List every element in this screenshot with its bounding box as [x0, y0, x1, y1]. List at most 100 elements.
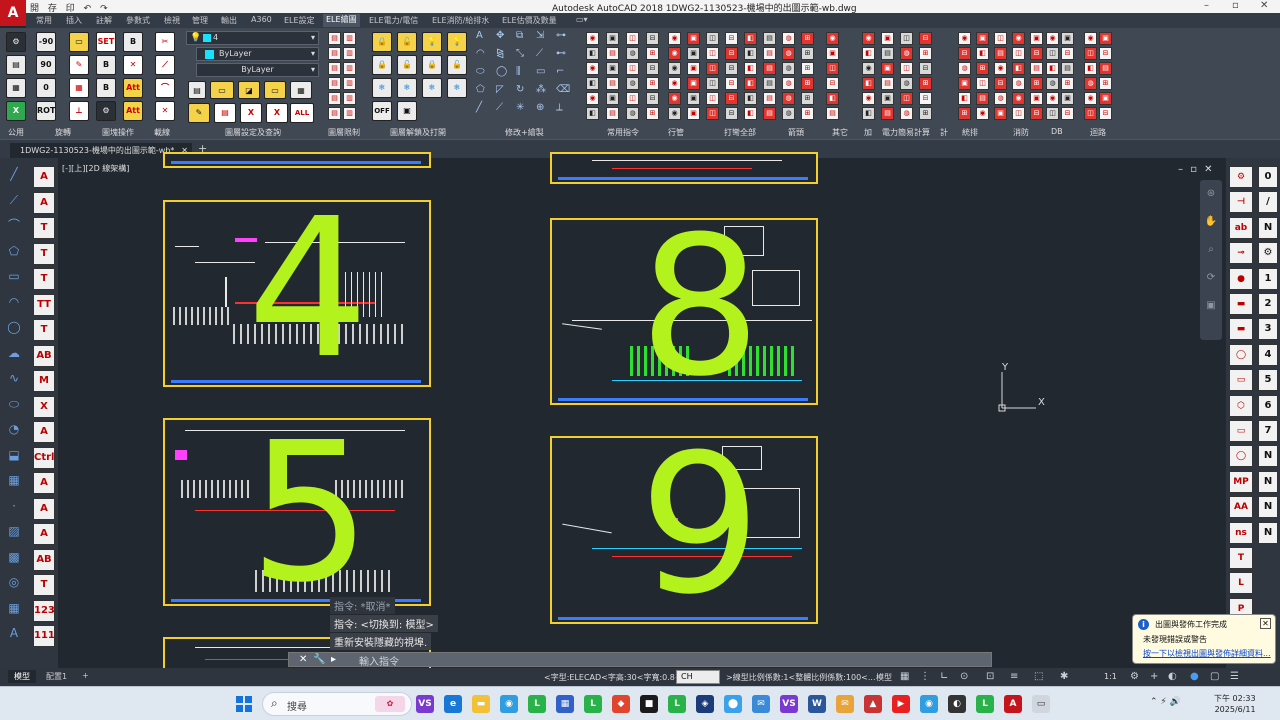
pipe-tool-icon[interactable]: ◧ — [744, 92, 757, 105]
layer-icon[interactable]: ▦ — [6, 78, 26, 98]
pipe-tool-icon[interactable]: ◍ — [782, 32, 795, 45]
common-command-icon[interactable]: ◫ — [626, 92, 639, 105]
att-icon[interactable]: Att — [123, 78, 143, 98]
command-input[interactable]: 輸入指令 — [359, 653, 399, 668]
pipe-tool-icon[interactable]: ◫ — [706, 62, 719, 75]
chrome-icon-2[interactable]: ◉ — [920, 695, 938, 713]
layer-x2-icon[interactable]: X — [266, 103, 288, 123]
text-tool-icon[interactable]: A — [33, 191, 55, 214]
circuit-tool-icon[interactable]: ◫ — [1084, 107, 1097, 120]
common-command-icon[interactable]: ⊞ — [646, 77, 659, 90]
power-calc-icon[interactable]: ◧ — [862, 107, 875, 120]
power-calc-icon[interactable]: ⊞ — [919, 47, 932, 60]
pipe-tool-icon[interactable]: ◧ — [744, 107, 757, 120]
arrange-tool-icon[interactable]: ◍ — [958, 62, 971, 75]
pipe-tool-icon[interactable]: ◧ — [744, 47, 757, 60]
power-calc-icon[interactable]: ▣ — [881, 92, 894, 105]
fire-tool-icon[interactable]: ▣ — [1030, 92, 1043, 105]
db-tool-icon[interactable]: ◍ — [1046, 77, 1059, 90]
dim-icon[interactable]: ⊶ — [556, 30, 566, 41]
circuit-tool-icon[interactable]: ▣ — [1099, 92, 1112, 105]
pipe-tool-icon[interactable]: ◉ — [668, 47, 681, 60]
grid-icon[interactable]: ▦ — [900, 671, 909, 682]
multiline-text-icon[interactable]: A — [4, 623, 24, 643]
close-icon[interactable]: ✕ — [1260, 0, 1268, 11]
common-command-icon[interactable]: ▤ — [606, 107, 619, 120]
plus-icon[interactable]: + — [1150, 671, 1158, 682]
line-icon[interactable]: L — [528, 695, 546, 713]
pipe-tool-icon[interactable]: ▤ — [763, 32, 776, 45]
erase-icon[interactable]: ⌫ — [556, 84, 570, 95]
tab-view[interactable]: 檢視 — [164, 15, 180, 26]
command-line[interactable]: ✕ 🔧 ▸ 輸入指令 — [288, 652, 992, 668]
ortho-icon[interactable]: ∟ — [940, 671, 948, 682]
tab-home[interactable]: 常用 — [36, 15, 52, 26]
pipe-tool-icon[interactable]: ▣ — [687, 47, 700, 60]
insert-icon[interactable]: ⬓ — [4, 445, 24, 465]
tab-layout1[interactable]: 配置1 — [40, 670, 73, 683]
power-calc-icon[interactable]: ▣ — [881, 32, 894, 45]
layer-limit-11[interactable]: ▤ — [328, 107, 341, 120]
scale-icon[interactable]: ⤡ — [516, 48, 524, 59]
block-set-icon[interactable]: SET — [96, 32, 116, 52]
arrange-tool-icon[interactable]: ⊞ — [958, 107, 971, 120]
db-tool-icon[interactable]: ▣ — [1061, 32, 1074, 45]
other-tool-icon[interactable]: ⊟ — [826, 77, 839, 90]
fire-tool-icon[interactable]: ◉ — [1012, 92, 1025, 105]
pipe-tool-icon[interactable]: ◫ — [706, 92, 719, 105]
rotate-tool-icon[interactable]: ↻ — [516, 84, 524, 95]
block-insert-icon[interactable]: ⊥ — [69, 101, 89, 121]
pipe-tool-icon[interactable]: ◉ — [668, 32, 681, 45]
notification-link[interactable]: 按一下以檢視出圖與發佈詳細資料... — [1143, 648, 1271, 659]
symbol-tool-icon[interactable]: ⊣ — [1229, 191, 1253, 214]
pipe-tool-icon[interactable]: ◫ — [706, 107, 719, 120]
fire-tool-icon[interactable]: ⊟ — [1030, 47, 1043, 60]
fire-tool-icon[interactable]: ▣ — [1030, 32, 1043, 45]
common-command-icon[interactable]: ⊟ — [646, 62, 659, 75]
symbol-tool-icon[interactable]: ◯ — [1229, 445, 1253, 468]
line-tool-icon[interactable]: ╱ — [476, 102, 482, 113]
number-tool-icon[interactable]: 4 — [1258, 343, 1278, 366]
panel-label-modify-draw[interactable]: 修改+繪製 — [505, 127, 544, 138]
text-tool-icon[interactable]: M — [33, 370, 55, 392]
common-command-icon[interactable]: ▣ — [606, 92, 619, 105]
power-calc-icon[interactable]: ◧ — [862, 47, 875, 60]
pipe-tool-icon[interactable]: ◍ — [782, 62, 795, 75]
layer-x-icon[interactable]: X — [240, 103, 262, 123]
app-icon-5[interactable]: ✉ — [752, 695, 770, 713]
layer-limit-10[interactable]: ▥ — [343, 92, 356, 105]
circuit-tool-icon[interactable]: ◫ — [1084, 47, 1097, 60]
number-tool-icon[interactable]: 6 — [1258, 394, 1278, 417]
model-space-label[interactable]: 模型 — [876, 672, 892, 683]
viewport-label[interactable]: [-][上][2D 線架構] — [62, 163, 129, 174]
common-command-icon[interactable]: ◫ — [626, 32, 639, 45]
pipe-tool-icon[interactable]: ◫ — [706, 47, 719, 60]
tab-model[interactable]: 模型 — [8, 670, 36, 683]
block-b3-icon[interactable]: B — [96, 78, 116, 98]
orbit-icon[interactable]: ⟳ — [1204, 272, 1218, 286]
app-icon-8[interactable]: ▭ — [1032, 695, 1050, 713]
power-calc-icon[interactable]: ◉ — [862, 92, 875, 105]
circuit-tool-icon[interactable]: ⊞ — [1099, 77, 1112, 90]
circuit-tool-icon[interactable]: ◧ — [1084, 62, 1097, 75]
common-command-icon[interactable]: ◍ — [626, 47, 639, 60]
file-explorer-icon[interactable]: ▬ — [472, 695, 490, 713]
offset-icon[interactable]: ⫼ — [516, 66, 521, 77]
app-icon-7[interactable]: ▲ — [864, 695, 882, 713]
pipe-tool-icon[interactable]: ▤ — [763, 77, 776, 90]
power-calc-icon[interactable]: ◍ — [900, 107, 913, 120]
system-tray[interactable]: ⌃ ⚡ 🔊 — [1150, 697, 1181, 707]
polygon-tool-icon[interactable]: ⬠ — [476, 84, 485, 95]
common-command-icon[interactable]: ◍ — [626, 77, 639, 90]
panel-label-block-ops[interactable]: 圖塊操作 — [102, 127, 134, 138]
text-tool-icon[interactable]: T — [33, 242, 55, 265]
shield-icon[interactable]: ◈ — [696, 695, 714, 713]
arrange-tool-icon[interactable]: ◧ — [976, 47, 989, 60]
arrange-tool-icon[interactable]: ▤ — [994, 47, 1007, 60]
layer-limit-7[interactable]: ▤ — [328, 77, 341, 90]
pipe-tool-icon[interactable]: ▣ — [687, 92, 700, 105]
power-calc-icon[interactable]: ⊟ — [919, 92, 932, 105]
copy-icon[interactable]: ⧉ — [516, 30, 523, 41]
arrange-tool-icon[interactable]: ◫ — [976, 77, 989, 90]
layer-tool-7[interactable]: ▤ — [214, 103, 236, 123]
